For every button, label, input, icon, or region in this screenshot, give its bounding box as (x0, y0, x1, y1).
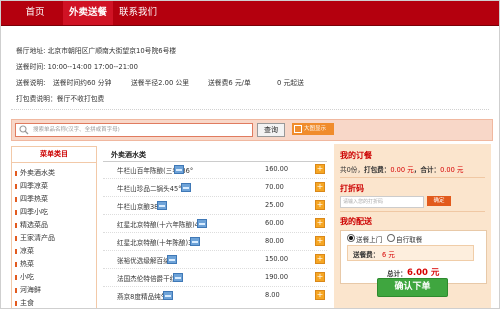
page-frame: 首页 外卖送餐 联系我们 餐厅地址: 北京市朝阳区广顺南大街望京10号院6号楼 … (0, 0, 500, 309)
option-delivery-label: 送餐上门 (356, 236, 383, 244)
dish-name: 牛栏山京酿38° (117, 203, 162, 211)
radio-delivery[interactable] (347, 234, 355, 242)
add-icon[interactable]: + (315, 200, 325, 210)
category-item[interactable]: 小吃 (12, 272, 96, 283)
category-item[interactable]: 河海鲜 (12, 285, 96, 296)
delivery-time: 送餐时间: 10:00--14:00 17:00--21:00 (16, 63, 138, 71)
category-item[interactable]: 凉菜 (12, 246, 96, 257)
category-item[interactable]: 王家清产品 (12, 233, 96, 244)
fee-label: 送餐费： (353, 251, 380, 259)
bigpic-button[interactable]: 大图显示 (292, 123, 334, 135)
delivery-radius: 送餐半径2.00 公里 (131, 79, 190, 87)
photo-icon[interactable] (163, 291, 173, 300)
restaurant-address: 餐厅地址: 北京市朝阳区广顺南大街望京10号院6号楼 (16, 47, 177, 55)
radio-pickup[interactable] (387, 234, 395, 242)
photo-icon[interactable] (173, 273, 183, 282)
search-input[interactable]: 搜索单品名称(汉字、全拼或首字母) (15, 123, 253, 137)
dish-name: 红星北京特酿(十六年陈酿)45° (117, 221, 207, 229)
dish-price: 160.00 (265, 165, 289, 173)
dish-name: 法国杰伦特倍爵干红 (117, 275, 177, 283)
divider (340, 177, 485, 178)
delivery-note-label: 送餐说明: (16, 79, 46, 87)
dish-row: 法国杰伦特倍爵干红 190.00 + (103, 269, 327, 287)
delivery-fee: 送餐费6 元/单 (208, 79, 251, 87)
dish-price: 80.00 (265, 237, 284, 245)
dish-price: 70.00 (265, 183, 284, 191)
photo-icon[interactable] (174, 165, 184, 174)
dish-price: 190.00 (265, 273, 289, 281)
add-icon[interactable]: + (315, 254, 325, 264)
dish-row: 牛栏山京酿38° 25.00 + (103, 197, 327, 215)
category-item[interactable]: 精选菜品 (12, 220, 96, 231)
dish-row: 红星北京特酿(十六年陈酿)45° 60.00 + (103, 215, 327, 233)
packing-note: 打包费说明：餐厅不收打包费 (16, 95, 105, 103)
dish-row: 张裕优选级解百纳 150.00 + (103, 251, 327, 269)
search-button[interactable]: 查询 (257, 123, 285, 137)
dish-price: 8.00 (265, 291, 280, 299)
category-item[interactable]: 四季热菜 (12, 194, 96, 205)
photo-icon[interactable] (197, 219, 207, 228)
dish-name: 燕京8度精品纯生 (117, 293, 168, 301)
top-nav: 首页 外卖送餐 联系我们 (1, 1, 499, 26)
min-order: 0 元起送 (277, 79, 304, 87)
add-icon[interactable]: + (315, 218, 325, 228)
bigpic-label: 大图显示 (304, 126, 327, 132)
dish-name: 张裕优选级解百纳 (117, 257, 170, 265)
total-value: 6.00 元 (407, 268, 440, 278)
category-item[interactable]: 热菜 (12, 259, 96, 270)
delivery-options: 送餐上门 自行取餐 送餐费： 6 元 总计： 6.00 元 (340, 230, 487, 284)
coupon-title: 打折码 (340, 184, 364, 193)
order-summary: 共0份，打包费：0.00 元，合计：0.00 元 (340, 166, 464, 174)
nav-home[interactable]: 首页 (15, 1, 55, 25)
add-icon[interactable]: + (315, 290, 325, 300)
add-icon[interactable]: + (315, 272, 325, 282)
dish-list-header: 外卖酒水类 (111, 151, 146, 159)
category-item[interactable]: 四季小吃 (12, 207, 96, 218)
search-icon (19, 125, 29, 135)
category-item[interactable]: 主食 (12, 298, 96, 308)
dish-row: 牛栏山珍品二锅头45° 70.00 + (103, 179, 327, 197)
divider (340, 211, 485, 212)
grid-icon (294, 125, 302, 133)
category-item[interactable]: 外卖酒水类 (12, 168, 96, 179)
search-bar: 搜索单品名称(汉字、全拼或首字母) 查询 大图显示 (11, 119, 493, 141)
dish-name: 牛栏山珍品二锅头45° (117, 185, 182, 193)
category-item[interactable]: 四季凉菜 (12, 181, 96, 192)
divider (11, 109, 489, 110)
nav-takeout[interactable]: 外卖送餐 (63, 1, 113, 25)
photo-icon[interactable] (190, 237, 200, 246)
delivery-title: 我的配送 (340, 217, 372, 226)
dish-price: 60.00 (265, 219, 284, 227)
coupon-input[interactable]: 请输入您的打折码 (340, 196, 424, 208)
photo-icon[interactable] (157, 201, 167, 210)
dish-row: 红星北京特酿(十年陈酿)36° 80.00 + (103, 233, 327, 251)
photo-icon[interactable] (181, 183, 191, 192)
dish-price: 150.00 (265, 255, 289, 263)
search-placeholder: 搜索单品名称(汉字、全拼或首字母) (33, 127, 120, 133)
photo-icon[interactable] (167, 255, 177, 264)
fee-box: 送餐费： 6 元 (347, 245, 474, 261)
coupon-confirm-button[interactable]: 确定 (427, 196, 451, 206)
total-label: 总计： (387, 270, 407, 278)
delivery-duration: 送餐时间约60 分钟 (53, 79, 112, 87)
category-panel: 菜单类目 外卖酒水类 四季凉菜 四季热菜 四季小吃 精选菜品 王家清产品 凉菜 … (11, 146, 97, 308)
dish-price: 25.00 (265, 201, 284, 209)
category-header: 菜单类目 (12, 147, 96, 163)
dish-row: 牛栏山百年陈酿(三年)36° 160.00 + (103, 161, 327, 179)
option-pickup-label: 自行取餐 (396, 236, 423, 244)
add-icon[interactable]: + (315, 164, 325, 174)
order-title: 我的订餐 (340, 151, 372, 160)
add-icon[interactable]: + (315, 236, 325, 246)
submit-order-button[interactable]: 确认下单 (377, 278, 448, 297)
dish-name: 红星北京特酿(十年陈酿)36° (117, 239, 200, 247)
nav-contact[interactable]: 联系我们 (115, 1, 161, 25)
fee-value: 6 元 (382, 251, 395, 259)
dish-row: 燕京8度精品纯生 8.00 + (103, 287, 327, 305)
add-icon[interactable]: + (315, 182, 325, 192)
order-panel: 我的订餐 共0份，打包费：0.00 元，合计：0.00 元 打折码 请输入您的打… (334, 144, 491, 308)
